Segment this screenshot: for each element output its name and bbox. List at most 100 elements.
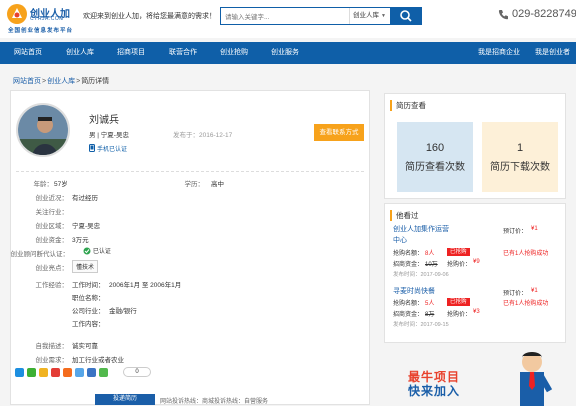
nav-home[interactable]: 网站首页	[14, 42, 42, 64]
divider	[16, 171, 364, 172]
more-share-icon[interactable]	[99, 368, 108, 377]
publish-date: 发布于：2016-12-17	[173, 132, 233, 139]
site-logo[interactable]: 创业人加 CYRJA.COM 全国创业信息发布平台	[6, 3, 78, 35]
need-label: 创业需求：	[35, 357, 69, 364]
promo-mascot-illustration	[520, 352, 553, 406]
qzone-share-icon[interactable]	[39, 368, 48, 377]
fund-value: 10万	[425, 262, 438, 268]
weibo-share-icon[interactable]	[51, 368, 60, 377]
age-label: 年龄：	[33, 181, 54, 188]
quota-value: 8人	[425, 251, 435, 257]
logo-icon	[7, 4, 27, 24]
area-label: 创业区域：	[35, 223, 69, 230]
nav-talent[interactable]: 创业人库	[66, 42, 94, 64]
quota-label: 抢购名额：	[393, 301, 424, 307]
sold-text: 已有1人抢购成功	[503, 301, 549, 307]
cert-label: 创业顾问断代认证：	[10, 251, 70, 258]
nav-enterprise[interactable]: 我是招商企业	[478, 42, 520, 64]
advantage-tag: 懂技术	[72, 260, 99, 273]
views-stat: 160 简历查看次数	[397, 122, 473, 192]
position-label: 职位名称：	[72, 295, 105, 302]
logo-slogan: 全国创业信息发布平台	[8, 28, 74, 34]
nav-services[interactable]: 创业服务	[271, 42, 299, 64]
promo-line2: 快来加入	[408, 384, 461, 398]
submit-resume-button[interactable]: 投递简历	[95, 394, 155, 405]
price-value: ¥3	[473, 309, 480, 315]
wechat-share-icon[interactable]	[27, 368, 36, 377]
phone-number: 029-82287492	[512, 8, 576, 20]
search-icon	[400, 10, 412, 22]
search-bar: 创业人库 ▼	[220, 7, 422, 25]
nav-cooperation[interactable]: 联营合作	[169, 42, 197, 64]
search-button[interactable]	[390, 7, 422, 25]
chevron-down-icon: ▼	[381, 13, 386, 19]
capital-label: 创业资金：	[35, 237, 69, 244]
quota-value: 5人	[425, 301, 435, 307]
sale-badge: 已抢购	[447, 298, 470, 306]
phone-icon	[498, 10, 508, 20]
sidebar: 简历查看 160 简历查看次数 1 简历下载次数 他看过 创业人加集作运营中心 …	[384, 93, 566, 406]
search-scope-value: 创业人库	[353, 12, 379, 19]
search-scope-select[interactable]: 创业人库 ▼	[349, 8, 389, 24]
quota-label: 抢购名额：	[393, 251, 424, 257]
content-label: 工作内容：	[72, 321, 105, 328]
welcome-text: 欢迎来到创业人加，将给您最满意的需求！	[83, 13, 216, 20]
views-label: 简历查看次数	[405, 162, 465, 173]
project-title[interactable]: 寻麦时尚快餐	[393, 286, 451, 297]
price-label: 抢购价：	[447, 312, 472, 318]
advantage-label: 创业亮点：	[35, 265, 69, 272]
douban-share-icon[interactable]	[75, 368, 84, 377]
cert-value: 已认证	[92, 249, 111, 255]
price-label: 抢购价：	[447, 262, 472, 268]
avatar	[16, 103, 70, 157]
capital-value: 3万元	[72, 237, 89, 244]
project-card[interactable]: 创业人加集作运营中心 预订价： ¥1 抢购名额： 8人 已抢购 已有1人抢购成功…	[393, 224, 561, 278]
renren-share-icon[interactable]	[87, 368, 96, 377]
project-card[interactable]: 寻麦时尚快餐 预订价： ¥1 抢购名额： 5人 已抢购 已有1人抢购成功 招商资…	[393, 286, 561, 334]
presale-label: 预订价：	[503, 291, 528, 297]
company-value: 金融/银行	[109, 308, 137, 315]
also-viewed-title: 他看过	[390, 210, 419, 221]
candidate-name: 刘诚兵	[89, 115, 119, 126]
education-value: 高中	[211, 181, 224, 188]
promo-banner[interactable]: 最牛项目 快来加入	[384, 346, 566, 406]
breadcrumb-library[interactable]: 创业人库	[47, 78, 75, 85]
tencent-share-icon[interactable]	[63, 368, 72, 377]
project-title[interactable]: 创业人加集作运营中心	[393, 224, 451, 246]
mobile-icon	[89, 144, 95, 152]
status-value: 有过经历	[72, 195, 98, 202]
self-value: 诚实可靠	[72, 343, 98, 350]
footer-text: 网站投诉热线：商城投诉热线：自营服务	[160, 399, 269, 405]
experience-label: 工作经验：	[35, 282, 69, 289]
sold-text: 已有1人抢购成功	[503, 251, 549, 257]
self-label: 自我描述：	[35, 343, 69, 350]
breadcrumb-current: 简历详情	[81, 78, 110, 85]
breadcrumb-separator: >	[42, 78, 47, 85]
also-viewed-box: 他看过 创业人加集作运营中心 预订价： ¥1 抢购名额： 8人 已抢购 已有1人…	[384, 203, 566, 343]
views-count: 160	[425, 142, 445, 154]
nav-projects[interactable]: 招商项目	[117, 42, 145, 64]
profile-photo	[18, 105, 68, 155]
fund-label: 招商资金：	[393, 312, 424, 318]
publish-date: 发布时间：2017-09-15	[393, 322, 449, 328]
education-label: 学历：	[184, 181, 205, 188]
view-contact-button[interactable]: 查看联系方式	[314, 124, 364, 141]
qq-share-icon[interactable]	[15, 368, 24, 377]
fund-label: 招商资金：	[393, 262, 424, 268]
logo-domain: CYRJA.COM	[30, 16, 64, 22]
nav-flash-sale[interactable]: 创业抢购	[220, 42, 248, 64]
work-time-value: 2006年1月 至 2006年1月	[109, 282, 182, 289]
downloads-stat: 1 简历下载次数	[482, 122, 558, 192]
nav-entrepreneur[interactable]: 我是创业者	[535, 42, 570, 64]
sale-badge: 已抢购	[447, 248, 470, 256]
price-value: ¥9	[473, 259, 480, 265]
breadcrumb-home[interactable]: 网站首页	[13, 78, 41, 85]
breadcrumb-separator: >	[76, 78, 81, 85]
certified-icon	[83, 247, 91, 255]
downloads-count: 1	[516, 142, 524, 154]
verified-label: 手机已认证	[97, 147, 128, 153]
age-value: 57岁	[54, 181, 68, 188]
presale-value: ¥1	[531, 226, 538, 232]
search-input[interactable]	[225, 12, 345, 22]
company-label: 公司行业：	[72, 308, 105, 315]
